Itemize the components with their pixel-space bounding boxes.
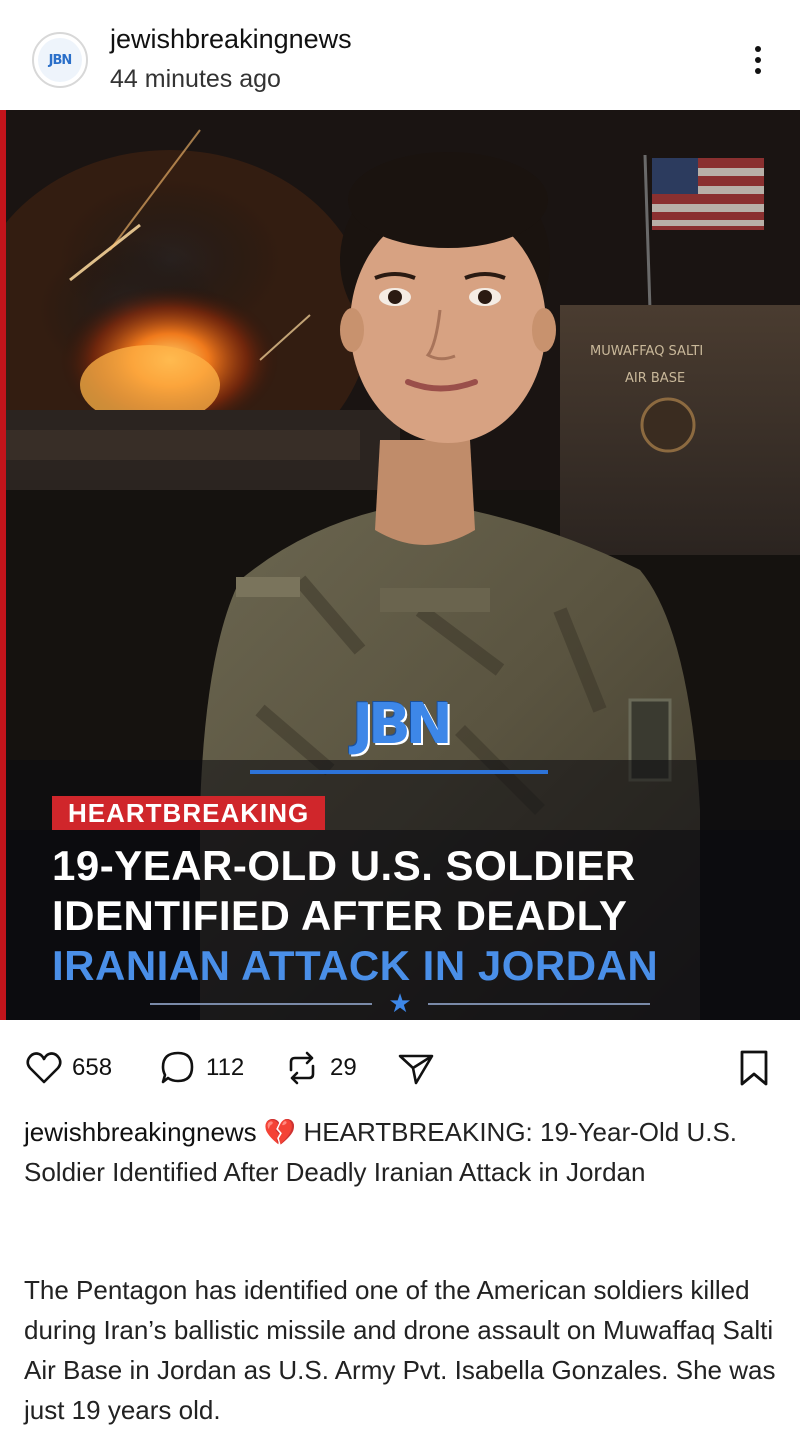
avatar-logo: JBN — [38, 38, 82, 82]
broken-heart-emoji: 💔 — [263, 1117, 297, 1147]
share-button[interactable] — [396, 1040, 436, 1096]
divider-right — [428, 1003, 650, 1005]
post-body-text: The Pentagon has identified one of the A… — [24, 1275, 776, 1425]
repost-icon — [289, 1051, 315, 1085]
avatar[interactable]: JBN — [32, 32, 88, 88]
comment-button[interactable]: 112 — [158, 1040, 244, 1096]
comment-icon — [161, 1051, 194, 1084]
like-count: 658 — [72, 1054, 113, 1081]
repost-count: 29 — [330, 1054, 357, 1081]
post-header: JBN jewishbreakingnews 44 minutes ago — [0, 0, 800, 110]
post-timestamp: 44 minutes ago — [110, 65, 281, 93]
headline-line-2: IDENTIFIED AFTER DEADLY — [52, 892, 628, 939]
logo-underline — [250, 770, 548, 774]
divider-left — [150, 1003, 372, 1005]
share-icon — [398, 1054, 434, 1085]
sign-text-line2: AIR BASE — [625, 371, 685, 386]
comment-count: 112 — [206, 1054, 245, 1081]
image-left-border — [0, 110, 6, 1020]
repost-button[interactable]: 29 — [282, 1040, 357, 1096]
headline-line-1: 19-YEAR-OLD U.S. SOLDIER — [52, 842, 636, 889]
jbn-logo: JBN — [352, 692, 452, 757]
sign-text-line1: MUWAFFAQ SALTI — [590, 344, 703, 359]
post-caption: jewishbreakingnews 💔 HEARTBREAKING: 19-Y… — [24, 1112, 776, 1192]
post-image[interactable]: MUWAFFAQ SALTI AIR BASE JBN HEARTBREAKIN… — [0, 110, 800, 1020]
heart-icon — [26, 1052, 62, 1084]
caption-username[interactable]: jewishbreakingnews — [24, 1117, 257, 1147]
star-icon: ★ — [388, 989, 412, 1019]
action-bar: 658 112 29 — [0, 1040, 800, 1100]
heartbreaking-tag: HEARTBREAKING — [52, 796, 326, 830]
bookmark-icon — [740, 1050, 768, 1086]
headline-line-3: IRANIAN ATTACK IN JORDAN — [52, 942, 659, 989]
more-options-icon[interactable] — [738, 40, 778, 80]
post-username[interactable]: jewishbreakingnews — [110, 24, 352, 55]
bookmark-button[interactable] — [734, 1040, 774, 1096]
like-button[interactable]: 658 — [24, 1040, 112, 1096]
